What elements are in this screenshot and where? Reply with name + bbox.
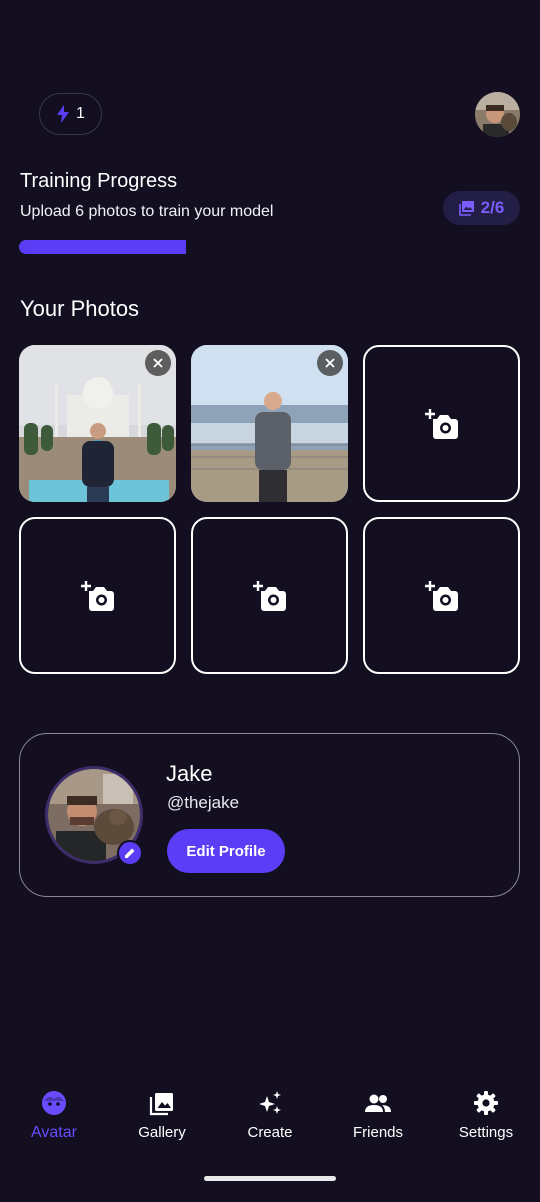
nav-item-friends[interactable]: Friends — [324, 1090, 432, 1141]
add-photo-icon — [252, 580, 286, 611]
gear-icon — [474, 1091, 498, 1115]
bolt-icon — [57, 105, 70, 123]
bottom-nav: Avatar Gallery Create Friends Settings — [0, 1090, 540, 1160]
photo-count: 2/6 — [480, 198, 505, 217]
nav-item-gallery[interactable]: Gallery — [108, 1090, 216, 1141]
nav-label-create: Create — [247, 1124, 293, 1141]
nav-item-create[interactable]: Create — [216, 1090, 324, 1141]
your-photos-title: Your Photos — [20, 296, 140, 321]
nav-label-settings: Settings — [458, 1124, 514, 1141]
remove-photo-button[interactable] — [317, 350, 343, 376]
profile-handle: @thejake — [167, 793, 240, 812]
credits-pill[interactable]: 1 — [39, 93, 102, 135]
add-photo-slot[interactable] — [191, 517, 348, 674]
pencil-icon — [125, 848, 135, 858]
nav-label-gallery: Gallery — [138, 1124, 186, 1141]
training-progress-title: Training Progress — [20, 170, 178, 192]
nav-label-avatar: Avatar — [31, 1124, 77, 1141]
remove-photo-button[interactable] — [145, 350, 171, 376]
add-photo-icon — [80, 580, 114, 611]
profile-name: Jake — [166, 761, 213, 786]
photo-tile-1[interactable] — [19, 345, 176, 502]
training-progress-subtitle: Upload 6 photos to train your model — [20, 203, 274, 220]
people-icon — [365, 1094, 391, 1112]
edit-profile-button[interactable]: Edit Profile — [167, 829, 285, 873]
close-icon — [325, 358, 335, 368]
close-icon — [153, 358, 163, 368]
edit-avatar-button[interactable] — [117, 840, 143, 866]
add-photo-slot[interactable] — [363, 345, 520, 502]
credits-count: 1 — [76, 105, 85, 122]
home-indicator — [204, 1176, 336, 1181]
nav-item-avatar[interactable]: Avatar — [0, 1090, 108, 1142]
avatar-face-icon — [42, 1091, 66, 1115]
user-avatar[interactable] — [475, 92, 520, 137]
nav-item-settings[interactable]: Settings — [432, 1090, 540, 1141]
add-photo-slot[interactable] — [363, 517, 520, 674]
gallery-icon — [149, 1093, 173, 1116]
add-photo-icon — [424, 580, 458, 611]
profile-card: Jake @thejake Edit Profile — [19, 733, 520, 897]
photo-count-badge: 2/6 — [443, 191, 520, 225]
training-progress-bar — [19, 240, 186, 254]
training-progress-fill — [19, 240, 186, 254]
add-photo-slot[interactable] — [19, 517, 176, 674]
nav-label-friends: Friends — [352, 1124, 404, 1141]
photo-tile-2[interactable] — [191, 345, 348, 502]
photo-library-icon — [458, 201, 474, 216]
add-photo-icon — [424, 408, 458, 439]
sparkles-icon — [259, 1091, 281, 1114]
